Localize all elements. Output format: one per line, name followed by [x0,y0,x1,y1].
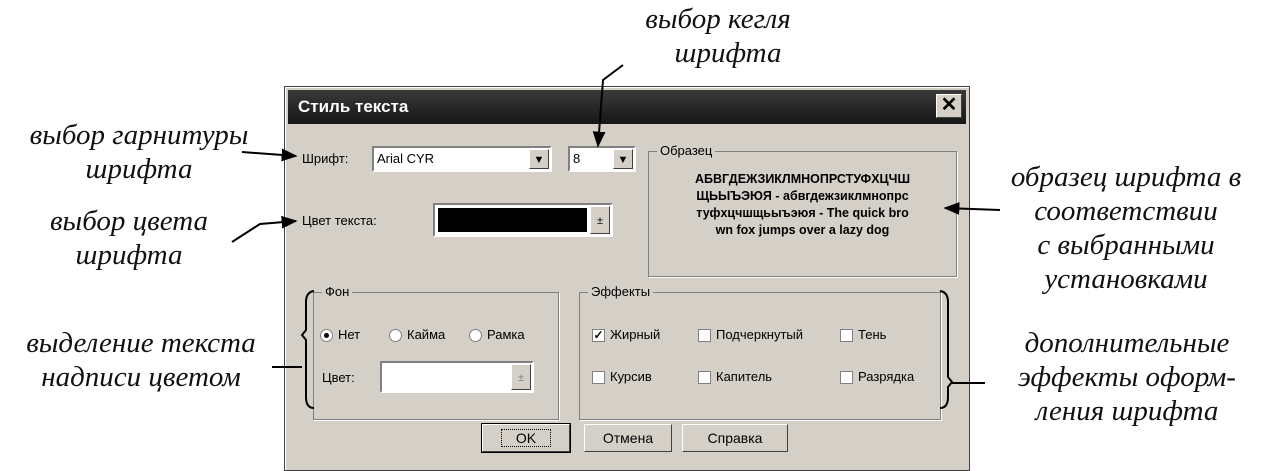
annotation-arrows [231,64,1001,409]
sample-arrow [943,202,1001,215]
typeface-arrow [241,148,298,162]
color-arrow [231,215,298,243]
size-arrow [592,64,624,148]
effects-bracket [939,290,954,409]
highlight-bracket [300,290,315,409]
